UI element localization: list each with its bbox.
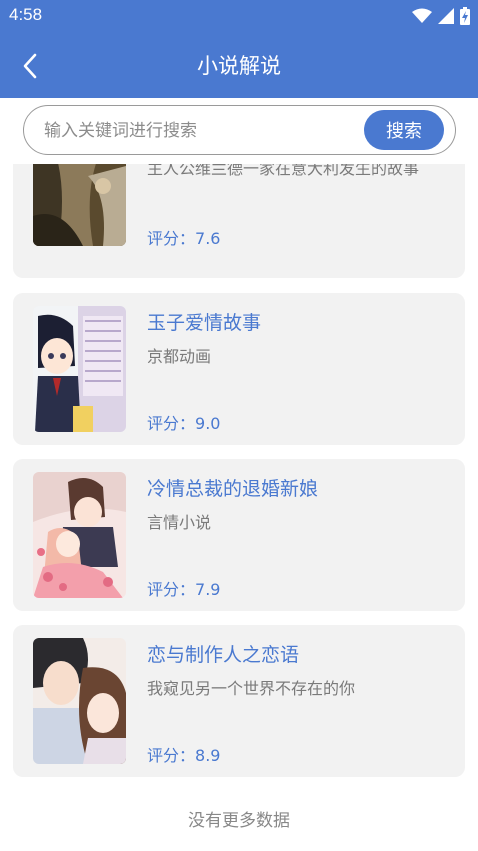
book-rating: 评分：7.6	[147, 225, 220, 249]
book-description: 我窥见另一个世界不存在的你	[147, 679, 356, 698]
rating-label: 评分：	[147, 414, 196, 433]
cover-image	[33, 638, 126, 764]
list-item[interactable]: 玉子爱情故事 京都动画 评分：9.0	[13, 293, 465, 445]
cover-image	[33, 164, 126, 246]
no-more-data-text: 没有更多数据	[188, 811, 290, 831]
search-input[interactable]	[42, 118, 366, 144]
book-cover	[33, 164, 126, 246]
book-cover	[33, 306, 126, 432]
rating-value: 7.6	[195, 229, 221, 248]
rating-label: 评分：	[147, 229, 196, 248]
wifi-icon	[412, 8, 432, 23]
search-button[interactable]: 搜索	[364, 110, 444, 150]
book-rating: 评分：8.9	[147, 742, 220, 766]
rating-value: 8.9	[195, 746, 221, 765]
list-item[interactable]: 主人公维兰德一家在意大利发生的故事 评分：7.6	[13, 164, 465, 278]
book-description: 主人公维兰德一家在意大利发生的故事	[147, 164, 420, 178]
search-bar-section: 搜索	[0, 98, 478, 164]
book-title: 玉子爱情故事	[147, 312, 262, 334]
book-cover	[33, 638, 126, 764]
book-title: 冷情总裁的退婚新娘	[147, 478, 319, 500]
book-cover	[33, 472, 126, 598]
battery-icon	[460, 7, 470, 25]
status-time: 4:58	[9, 5, 43, 24]
list-item[interactable]: 冷情总裁的退婚新娘 言情小说 评分：7.9	[13, 459, 465, 611]
novel-list[interactable]: 主人公维兰德一家在意大利发生的故事 评分：7.6 玉子爱情故事 京都动画 评分：…	[0, 164, 478, 851]
rating-value: 9.0	[195, 414, 221, 433]
rating-value: 7.9	[195, 580, 221, 599]
book-rating: 评分：7.9	[147, 576, 220, 600]
book-description: 京都动画	[147, 347, 212, 366]
book-description: 言情小说	[147, 513, 212, 532]
book-rating: 评分：9.0	[147, 410, 220, 434]
status-bar: 4:58	[0, 0, 478, 32]
rating-label: 评分：	[147, 746, 196, 765]
page-title: 小说解说	[197, 54, 281, 78]
app-bar: 4:58 小说解说	[0, 0, 478, 98]
cover-image	[33, 472, 126, 598]
list-item[interactable]: 恋与制作人之恋语 我窥见另一个世界不存在的你 评分：8.9	[13, 625, 465, 777]
book-title: 恋与制作人之恋语	[147, 644, 300, 666]
rating-label: 评分：	[147, 580, 196, 599]
cover-image	[33, 306, 126, 432]
signal-icon	[438, 8, 454, 24]
search-box: 搜索	[23, 105, 456, 155]
status-icons	[412, 7, 470, 25]
